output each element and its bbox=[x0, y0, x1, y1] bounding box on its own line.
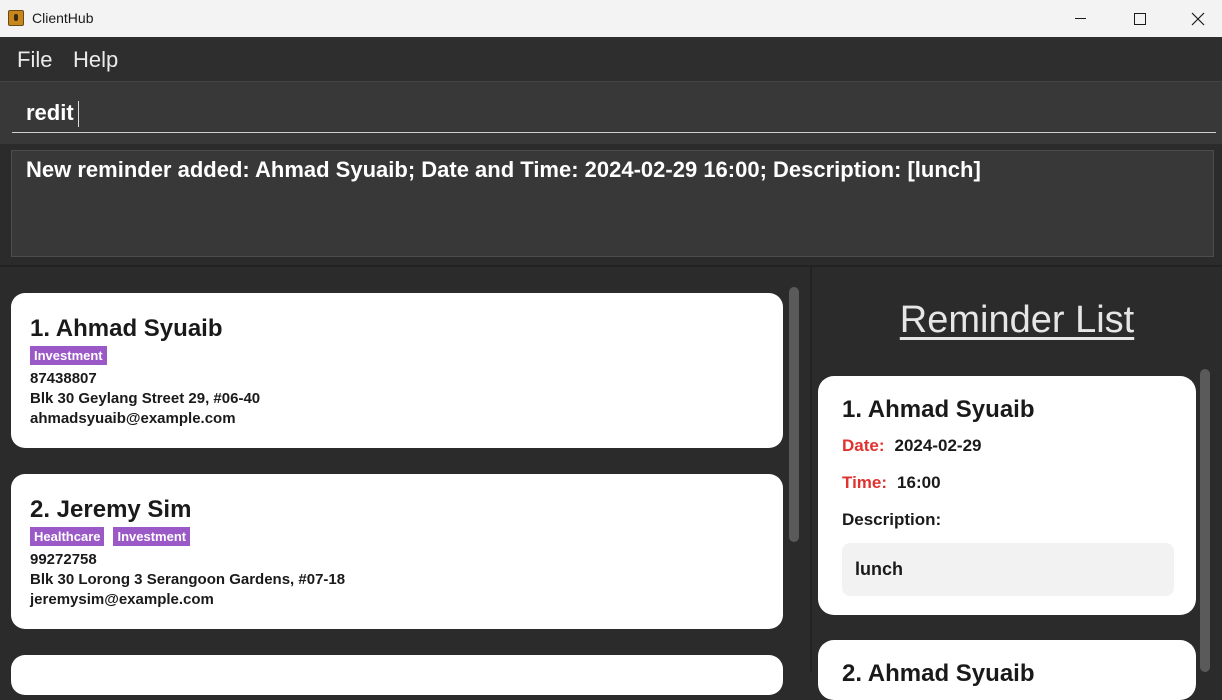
reminder-panel: Reminder List 1. Ahmad Syuaib Date: 2024-… bbox=[812, 267, 1222, 700]
date-label: Date: bbox=[842, 436, 885, 455]
result-display: New reminder added: Ahmad Syuaib; Date a… bbox=[11, 150, 1214, 257]
tag-badge: Investment bbox=[113, 527, 191, 546]
menu-bar: File Help bbox=[0, 37, 1222, 82]
reminder-name: 1. Ahmad Syuaib bbox=[842, 396, 1035, 423]
title-bar: ClientHub bbox=[0, 0, 1222, 37]
person-card[interactable]: 2. Jeremy Sim Healthcare Investment 9927… bbox=[11, 474, 783, 629]
app-icon bbox=[8, 10, 24, 26]
close-button[interactable] bbox=[1168, 0, 1222, 37]
person-list-scrollbar[interactable] bbox=[789, 287, 799, 542]
person-name: 2. Jeremy Sim bbox=[30, 496, 192, 523]
person-phone: 87438807 bbox=[30, 370, 97, 387]
window-title: ClientHub bbox=[32, 10, 94, 26]
description-box: lunch bbox=[842, 543, 1174, 596]
person-address: Blk 30 Lorong 3 Serangoon Gardens, #07-1… bbox=[30, 571, 346, 588]
date-value: 2024-02-29 bbox=[894, 436, 982, 455]
command-text: redit bbox=[26, 100, 74, 125]
result-text: New reminder added: Ahmad Syuaib; Date a… bbox=[26, 157, 981, 182]
reminder-list-scrollbar[interactable] bbox=[1200, 369, 1210, 672]
reminder-list-title: Reminder List bbox=[899, 299, 1135, 341]
reminder-name: 2. Ahmad Syuaib bbox=[842, 660, 1035, 687]
minimize-icon bbox=[1074, 18, 1086, 19]
reminder-date-row: Date: 2024-02-29 bbox=[842, 436, 981, 456]
tag-badge: Healthcare bbox=[30, 527, 105, 546]
person-address: Blk 30 Geylang Street 29, #06-40 bbox=[30, 390, 261, 407]
time-value: 16:00 bbox=[897, 473, 941, 492]
person-email: jeremysim@example.com bbox=[30, 591, 214, 608]
description-value: lunch bbox=[855, 559, 903, 579]
minimize-button[interactable] bbox=[1050, 0, 1110, 37]
tag-badge: Investment bbox=[30, 346, 107, 365]
menu-help[interactable]: Help bbox=[73, 47, 118, 73]
person-phone: 99272758 bbox=[30, 551, 97, 568]
maximize-icon bbox=[1134, 12, 1146, 25]
maximize-button[interactable] bbox=[1110, 0, 1170, 37]
command-area: redit bbox=[0, 82, 1222, 144]
reminder-card[interactable]: 2. Ahmad Syuaib bbox=[818, 640, 1196, 700]
reminder-card[interactable]: 1. Ahmad Syuaib Date: 2024-02-29 Time: 16:… bbox=[818, 376, 1196, 615]
person-card[interactable]: 1. Ahmad Syuaib Investment 87438807 Blk … bbox=[11, 293, 783, 448]
menu-file[interactable]: File bbox=[17, 47, 52, 73]
person-email: ahmadsyuaib@example.com bbox=[30, 410, 236, 427]
person-list-panel: 1. Ahmad Syuaib Investment 87438807 Blk … bbox=[0, 267, 810, 695]
person-card[interactable] bbox=[11, 655, 783, 695]
reminder-time-row: Time: 16:00 bbox=[842, 473, 941, 493]
description-label: Description: bbox=[842, 510, 942, 529]
person-tags: Healthcare Investment bbox=[30, 527, 191, 546]
close-icon bbox=[1191, 12, 1205, 25]
time-label: Time: bbox=[842, 473, 888, 492]
text-cursor bbox=[77, 101, 79, 128]
person-tags: Investment bbox=[30, 346, 107, 365]
person-name: 1. Ahmad Syuaib bbox=[30, 315, 223, 342]
command-input[interactable]: redit bbox=[12, 94, 1216, 133]
